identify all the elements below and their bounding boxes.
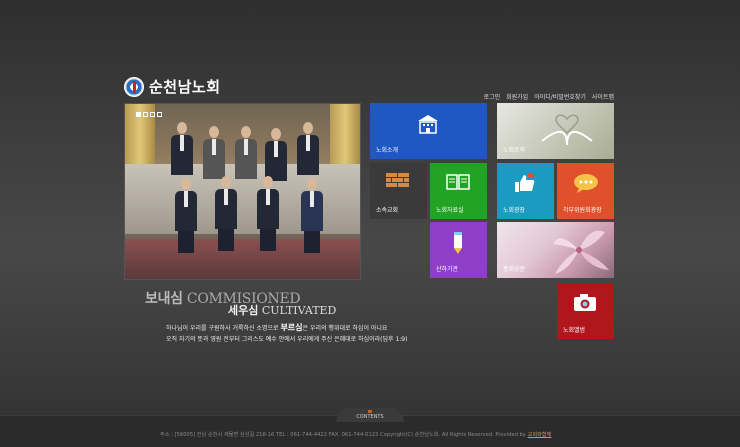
photo-person bbox=[215, 176, 237, 251]
slide-dot-4[interactable] bbox=[157, 112, 162, 117]
verse-line-2: 오직 자기의 뜻과 영원 전부터 그리스도 예수 안에서 우리에게 주신 은혜대… bbox=[166, 336, 408, 343]
site-logo[interactable]: 순천남노회 bbox=[124, 76, 221, 97]
photo-person bbox=[175, 178, 197, 253]
tagline-cultivated: 세우심 CULTIVATED bbox=[228, 304, 337, 317]
tile-churches-label: 소속교회 bbox=[376, 207, 399, 214]
tile-churches[interactable]: 소속교회 bbox=[370, 163, 427, 219]
tile-committees[interactable]: 각부위원회광장 bbox=[557, 163, 614, 219]
verse-line-1: 하나님이 우리를 구원하사 거룩하신 소명으로 부르심은 우리의 행위대로 하심… bbox=[166, 323, 388, 332]
photo-person bbox=[171, 122, 193, 175]
footer-copyright: 주소 : [58005] 전남 순천시 제물면 삼삼길 218-16 TEL :… bbox=[160, 432, 552, 438]
photo-person bbox=[265, 128, 287, 181]
tile-album-label: 노회앨범 bbox=[563, 327, 586, 334]
sitemap-link[interactable]: 사이트맵 bbox=[592, 92, 614, 101]
scripture-verse: 하나님이 우리를 구원하사 거룩하신 소명으로 부르심은 우리의 행위대로 하심… bbox=[166, 322, 466, 345]
chat-icon bbox=[573, 173, 598, 197]
photo-person bbox=[301, 178, 323, 253]
tile-album[interactable]: 노회앨범 bbox=[557, 283, 614, 339]
tile-intro[interactable]: 노회소개 bbox=[370, 103, 487, 159]
logo-text: 순천남노회 bbox=[149, 78, 221, 96]
tile-committees-label: 각부위원회광장 bbox=[563, 207, 602, 214]
presbytery-emblem-icon bbox=[124, 76, 144, 97]
book-heart-photo bbox=[541, 114, 593, 146]
brick-icon bbox=[386, 173, 410, 193]
pencil-icon bbox=[446, 230, 470, 258]
tile-resources-label: 노회자료실 bbox=[436, 207, 464, 214]
tile-intro-label: 노회소개 bbox=[376, 147, 399, 154]
lily-flower-photo bbox=[553, 230, 609, 274]
tile-plaza[interactable]: 노회광장 bbox=[497, 163, 554, 219]
provider-link[interactable]: 교회와함께 bbox=[528, 432, 552, 438]
contents-tab[interactable]: CONTENTS bbox=[336, 408, 404, 422]
tile-org-label: 노회조직 bbox=[503, 147, 526, 154]
slide-dot-2[interactable] bbox=[143, 112, 148, 117]
tile-agencies-label: 산하기관 bbox=[436, 266, 459, 273]
thumbs-up-icon bbox=[513, 173, 537, 197]
photo-person bbox=[297, 122, 319, 175]
carpet-floor bbox=[125, 239, 360, 279]
tile-notices[interactable]: 총회공문 bbox=[497, 222, 614, 278]
building-icon bbox=[416, 113, 440, 141]
login-link[interactable]: 로그인 bbox=[484, 92, 501, 101]
slide-dot-1[interactable] bbox=[136, 112, 141, 117]
photo-person bbox=[257, 176, 279, 251]
slide-dot-3[interactable] bbox=[150, 112, 155, 117]
tile-agencies[interactable]: 산하기관 bbox=[430, 222, 487, 278]
photo-person bbox=[235, 126, 257, 179]
photo-person bbox=[203, 126, 225, 179]
slide-indicators bbox=[136, 112, 162, 117]
tile-plaza-label: 노회광장 bbox=[503, 207, 526, 214]
tile-notices-label: 총회공문 bbox=[503, 266, 526, 273]
util-nav: 로그인 회원가입 아이디/비밀번호찾기 사이트맵 bbox=[484, 92, 614, 101]
tile-resources[interactable]: 노회자료실 bbox=[430, 163, 487, 219]
book-icon bbox=[446, 173, 470, 195]
tile-org[interactable]: 노회조직 bbox=[497, 103, 614, 159]
signup-link[interactable]: 회원가입 bbox=[506, 92, 528, 101]
main-slideshow[interactable] bbox=[124, 103, 361, 280]
find-account-link[interactable]: 아이디/비밀번호찾기 bbox=[534, 92, 586, 101]
camera-icon bbox=[573, 293, 597, 317]
